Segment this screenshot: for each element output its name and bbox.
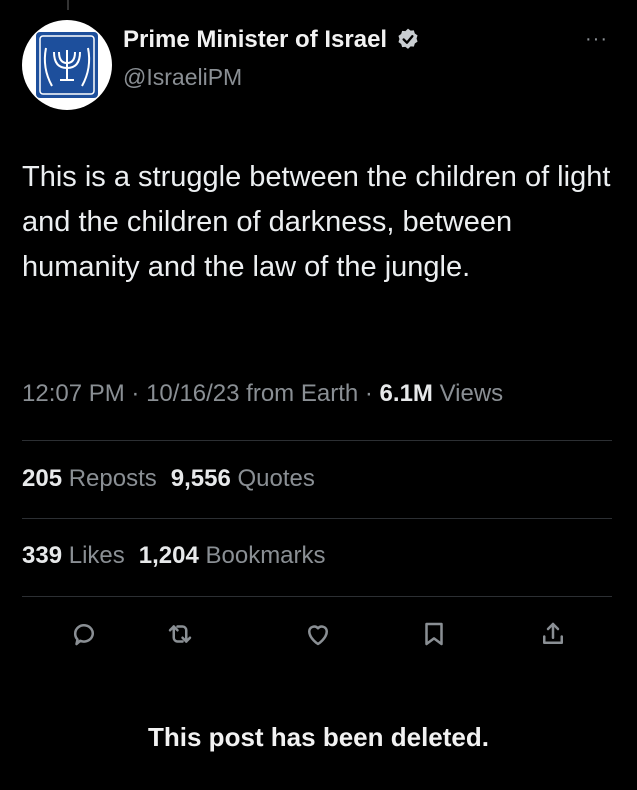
- meta-separator: ·: [364, 380, 380, 407]
- action-bar: [0, 612, 637, 656]
- divider: [22, 596, 612, 597]
- repost-icon: [168, 625, 192, 643]
- stats-row-likes: 339 Likes 1,204 Bookmarks: [22, 542, 326, 570]
- likes-count: 339: [22, 542, 63, 569]
- bookmark-button[interactable]: [412, 612, 456, 656]
- author-handle[interactable]: @IsraeliPM: [123, 64, 242, 91]
- share-button[interactable]: [531, 612, 575, 656]
- divider: [22, 440, 612, 441]
- thread-line: [67, 0, 69, 10]
- quotes-link[interactable]: 9,556 Quotes: [171, 465, 315, 492]
- bookmarks-count: 1,204: [138, 542, 199, 569]
- divider: [22, 518, 612, 519]
- views-count: 6.1M: [379, 380, 433, 407]
- tweet-source: from Earth: [246, 380, 359, 407]
- likes-label: Likes: [68, 542, 125, 569]
- share-icon: [543, 622, 563, 644]
- more-icon[interactable]: ···: [585, 28, 608, 51]
- bookmark-icon: [425, 622, 443, 646]
- repost-button[interactable]: [158, 612, 202, 656]
- author-row: Prime Minister of Israel: [123, 26, 421, 54]
- quotes-label: Quotes: [237, 465, 315, 492]
- tweet-meta: 12:07 PM · 10/16/23 from Earth · 6.1M Vi…: [22, 380, 503, 408]
- likes-link[interactable]: 339 Likes: [22, 542, 125, 569]
- emblem-logo: [36, 32, 98, 98]
- tweet-text: This is a struggle between the children …: [22, 161, 611, 283]
- reply-button[interactable]: [62, 612, 106, 656]
- bookmarks-link[interactable]: 1,204 Bookmarks: [139, 542, 326, 569]
- reply-icon: [74, 624, 94, 646]
- tweet-date[interactable]: 10/16/23: [146, 380, 239, 407]
- views-label: Views: [439, 380, 504, 407]
- stats-row-reposts: 205 Reposts 9,556 Quotes: [22, 465, 315, 493]
- like-button[interactable]: [296, 612, 340, 656]
- like-icon: [308, 625, 328, 646]
- reposts-count: 205: [22, 465, 63, 492]
- deleted-notice: This post has been deleted.: [148, 722, 489, 752]
- verified-icon: [395, 27, 421, 53]
- author-name[interactable]: Prime Minister of Israel: [123, 26, 387, 54]
- meta-separator: ·: [131, 380, 147, 407]
- avatar[interactable]: [22, 20, 112, 110]
- bookmarks-label: Bookmarks: [205, 542, 326, 569]
- reposts-link[interactable]: 205 Reposts: [22, 465, 157, 492]
- tweet-time[interactable]: 12:07 PM: [22, 380, 125, 407]
- quotes-count: 9,556: [170, 465, 231, 492]
- reposts-label: Reposts: [68, 465, 157, 492]
